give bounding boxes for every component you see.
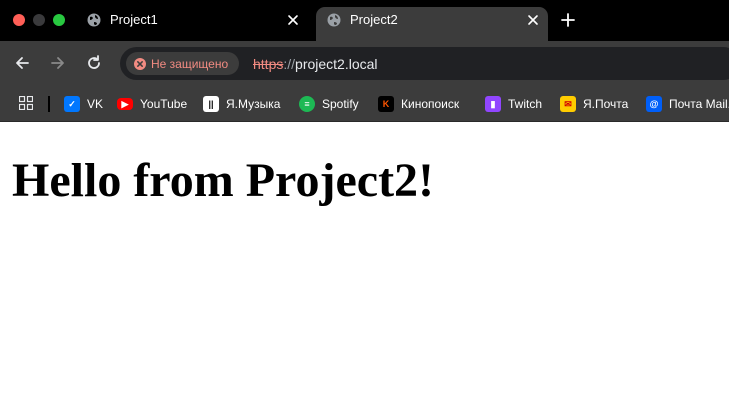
yandex-music-icon: || (203, 96, 219, 112)
window-close-button[interactable] (13, 14, 25, 26)
not-secure-icon (134, 57, 146, 70)
bookmarks-divider (48, 96, 50, 112)
bookmark-youtube[interactable]: ▶ YouTube (117, 95, 187, 113)
tab-title: Project2 (350, 12, 398, 27)
page-heading: Hello from Project2! (12, 154, 435, 207)
bookmark-label: Я.Музыка (226, 97, 281, 111)
globe-icon (327, 13, 341, 27)
close-tab-icon[interactable] (524, 11, 542, 29)
url-host: project2.local (295, 56, 378, 72)
new-tab-icon[interactable] (558, 10, 578, 30)
url-separator: :// (283, 56, 296, 72)
browser-window: Project1 Project2 Не защищено https://pr… (0, 0, 729, 403)
tab-strip: Project1 Project2 (0, 0, 729, 41)
bookmark-yandex-mail[interactable]: ✉ Я.Почта (560, 95, 628, 113)
globe-icon (87, 13, 101, 27)
bookmark-kinopoisk[interactable]: K Кинопоиск (378, 95, 459, 113)
page-content: Hello from Project2! (0, 122, 729, 403)
tab-project2[interactable]: Project2 (316, 7, 548, 41)
bookmark-yandex-music[interactable]: || Я.Музыка (203, 95, 280, 113)
reload-icon[interactable] (84, 53, 104, 73)
security-status-chip[interactable]: Не защищено (126, 52, 240, 75)
window-minimize-button[interactable] (33, 14, 45, 26)
spotify-icon: ≡ (299, 96, 315, 112)
bookmark-label: Кинопоиск (401, 97, 460, 111)
bookmarks-bar: ✓ VK ▶ YouTube || Я.Музыка ≡ Spotify K К… (0, 86, 729, 122)
close-tab-icon[interactable] (284, 11, 302, 29)
bookmark-vk[interactable]: ✓ VK (64, 95, 103, 113)
yandex-mail-icon: ✉ (560, 96, 576, 112)
bookmark-mailru[interactable]: @ Почта Mail.ru (646, 95, 729, 113)
url-scheme: https (253, 56, 284, 72)
toolbar: Не защищено https://project2.local (0, 41, 729, 86)
bookmark-label: Почта Mail.ru (669, 97, 729, 111)
tab-project1[interactable]: Project1 (76, 0, 308, 41)
youtube-icon: ▶ (117, 98, 133, 110)
twitch-icon: ▮ (485, 96, 501, 112)
tab-title: Project1 (110, 12, 158, 27)
bookmark-label: VK (87, 97, 104, 111)
window-maximize-button[interactable] (53, 14, 65, 26)
bookmark-label: Spotify (322, 97, 359, 111)
address-bar[interactable]: Не защищено https://project2.local (120, 47, 729, 80)
bookmark-label: Twitch (508, 97, 543, 111)
forward-arrow-icon[interactable] (48, 53, 68, 73)
mailru-icon: @ (646, 96, 662, 112)
bookmark-label: YouTube (140, 97, 188, 111)
kinopoisk-icon: K (378, 96, 394, 112)
apps-grid-icon[interactable] (19, 96, 33, 110)
url-text[interactable]: https://project2.local (253, 56, 378, 72)
vk-icon: ✓ (64, 96, 80, 112)
security-label: Не защищено (151, 56, 229, 71)
bookmark-twitch[interactable]: ▮ Twitch (485, 95, 542, 113)
back-arrow-icon[interactable] (12, 53, 32, 73)
bookmark-spotify[interactable]: ≡ Spotify (299, 95, 359, 113)
bookmark-label: Я.Почта (583, 97, 629, 111)
